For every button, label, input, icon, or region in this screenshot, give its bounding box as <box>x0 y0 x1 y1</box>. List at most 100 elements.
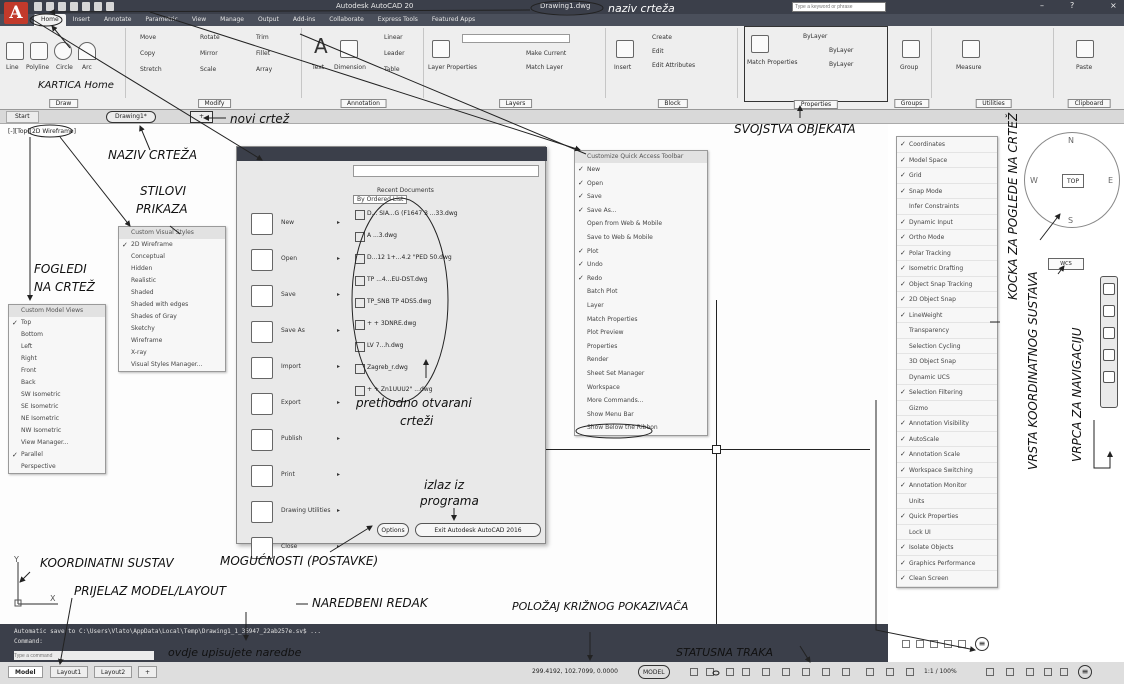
zoom-icon[interactable] <box>1103 327 1115 339</box>
paste-label[interactable]: Paste <box>1076 64 1092 71</box>
trim-tool[interactable]: Trim <box>256 34 269 41</box>
utilities-panel-title[interactable]: Utilities <box>975 99 1012 108</box>
new-drawing-button[interactable]: + <box>190 111 214 123</box>
app-menu-item[interactable]: Export ▸ <box>247 387 347 423</box>
plot-icon[interactable] <box>82 2 90 11</box>
qat-menu-item[interactable]: Match Properties <box>575 313 707 327</box>
visual-style-item[interactable]: Shaded with edges <box>119 299 225 311</box>
qat-menu-item[interactable]: Save As... <box>575 204 707 218</box>
status-toggle-item[interactable]: Lock UI <box>897 525 997 540</box>
qat-menu-item[interactable]: Undo <box>575 258 707 272</box>
text-icon[interactable]: A <box>314 34 328 58</box>
orbit-icon[interactable] <box>1103 349 1115 361</box>
viewport-controls[interactable]: [-][Top][2D Wireframe] <box>8 128 76 135</box>
tab-featured-apps[interactable]: Featured Apps <box>425 14 482 26</box>
match-properties-icon[interactable] <box>751 35 769 53</box>
annotation-panel-title[interactable]: Annotation <box>340 99 387 108</box>
tab-express-tools[interactable]: Express Tools <box>371 14 425 26</box>
fullscreen-icon[interactable] <box>958 640 966 648</box>
model-view-item[interactable]: NE Isometric <box>9 413 105 425</box>
text-label[interactable]: Text <box>312 64 324 71</box>
status-toggle-item[interactable]: Selection Filtering <box>897 385 997 401</box>
model-space-button[interactable]: MODEL <box>638 665 670 679</box>
visual-style-item[interactable]: Shaded <box>119 287 225 299</box>
create-tool[interactable]: Create <box>652 34 672 41</box>
match-layer-tool[interactable]: Match Layer <box>526 64 563 71</box>
save-as-icon[interactable] <box>70 2 78 11</box>
search-input[interactable] <box>792 2 886 12</box>
tab-insert[interactable]: Insert <box>66 14 97 26</box>
recent-file[interactable]: D... SIA...G (F1647 3 ...33.dwg <box>353 203 543 225</box>
showmotion-icon[interactable] <box>1103 371 1115 383</box>
status-toggle-item[interactable]: Infer Constraints <box>897 199 997 215</box>
viewcube-top-face[interactable]: TOP <box>1062 174 1084 188</box>
block-panel-title[interactable]: Block <box>657 99 688 108</box>
qat-menu-item[interactable]: Properties <box>575 340 707 354</box>
visual-style-item[interactable]: Sketchy <box>119 323 225 335</box>
qat-menu-item[interactable]: Save <box>575 190 707 204</box>
application-button[interactable]: A <box>4 2 28 24</box>
status-toggle-item[interactable]: 3D Object Snap <box>897 354 997 370</box>
lineweight-dropdown[interactable]: ByLayer <box>829 61 853 68</box>
scale-tool[interactable]: Scale <box>200 66 216 73</box>
status-toggle-item[interactable]: Isometric Drafting <box>897 261 997 277</box>
qat-menu-item[interactable]: Show Below the Ribbon <box>575 421 707 435</box>
status-toggle-item[interactable]: Gizmo <box>897 401 997 416</box>
tab-output[interactable]: Output <box>251 14 286 26</box>
recent-file[interactable]: Zagreb_r.dwg <box>353 357 543 379</box>
quick-access-toolbar[interactable] <box>34 2 114 12</box>
command-input[interactable] <box>14 651 154 660</box>
model-view-item[interactable]: Right <box>9 353 105 365</box>
drawing-tab[interactable]: Drawing1* <box>106 111 156 123</box>
compass-north[interactable]: N <box>1068 136 1074 145</box>
lock-ui-icon[interactable] <box>1044 668 1052 676</box>
qat-menu-item[interactable]: Sheet Set Manager <box>575 367 707 381</box>
modify-panel-title[interactable]: Modify <box>197 99 232 108</box>
options-button[interactable]: Options <box>377 523 409 537</box>
recent-file[interactable]: LV 7...h.dwg <box>353 335 543 357</box>
qat-menu-item[interactable]: Save to Web & Mobile <box>575 231 707 245</box>
snap-icon[interactable] <box>706 668 714 676</box>
edit-attributes-tool[interactable]: Edit Attributes <box>652 62 695 69</box>
new-icon[interactable] <box>34 2 42 11</box>
status-toggle-item[interactable]: Snap Mode <box>897 184 997 199</box>
start-tab[interactable]: Start <box>6 111 39 123</box>
customization-menu-icon[interactable]: ≡ <box>975 637 989 651</box>
app-menu-item[interactable]: Import ▸ <box>247 351 347 387</box>
measure-icon[interactable] <box>962 40 980 58</box>
layers-panel-title[interactable]: Layers <box>498 99 533 108</box>
linetype-dropdown[interactable]: ByLayer <box>829 47 853 54</box>
model-view-item[interactable]: Left <box>9 341 105 353</box>
qat-menu-item[interactable]: Layer <box>575 299 707 313</box>
autoscale-icon[interactable] <box>886 668 894 676</box>
visual-style-item[interactable]: X-ray <box>119 347 225 359</box>
status-menu-button[interactable]: ≡ <box>1078 665 1092 679</box>
model-tab[interactable]: Model <box>8 666 43 678</box>
circle-icon[interactable] <box>54 42 72 60</box>
status-toggle-item[interactable]: Transparency <box>897 323 997 339</box>
tab-add-ins[interactable]: Add-ins <box>286 14 322 26</box>
line-icon[interactable] <box>6 42 24 60</box>
qat-menu-item[interactable]: Workspace <box>575 381 707 395</box>
annotation-scale-value[interactable]: 1:1 / 100% <box>924 668 957 675</box>
tab-collaborate[interactable]: Collaborate <box>322 14 371 26</box>
status-toggle-item[interactable]: Units <box>897 494 997 509</box>
status-toggle-item[interactable]: Dynamic Input <box>897 215 997 230</box>
recent-file[interactable]: D...12 1+...4.2 "PED 50.dwg <box>353 247 543 269</box>
groups-panel-title[interactable]: Groups <box>893 99 930 108</box>
otrack-icon[interactable] <box>782 668 790 676</box>
rotate-tool[interactable]: Rotate <box>200 34 220 41</box>
leader-tool[interactable]: Leader <box>384 50 405 57</box>
status-toggle-item[interactable]: Coordinates <box>897 137 997 153</box>
model-view-item[interactable]: Top <box>9 317 105 329</box>
status-toggle-item[interactable]: Workspace Switching <box>897 463 997 478</box>
draw-panel-title[interactable]: Draw <box>48 99 79 108</box>
qat-menu-item[interactable]: More Commands... <box>575 394 707 408</box>
compass-south[interactable]: S <box>1068 216 1073 225</box>
visual-style-item[interactable]: Shades of Gray <box>119 311 225 323</box>
app-menu-item[interactable]: Open ▸ <box>247 243 347 279</box>
status-toggle-item[interactable]: Ortho Mode <box>897 230 997 246</box>
polyline-icon[interactable] <box>30 42 48 60</box>
match-properties-label[interactable]: Match Properties <box>747 59 798 66</box>
help-icon[interactable]: ? <box>1070 1 1074 10</box>
